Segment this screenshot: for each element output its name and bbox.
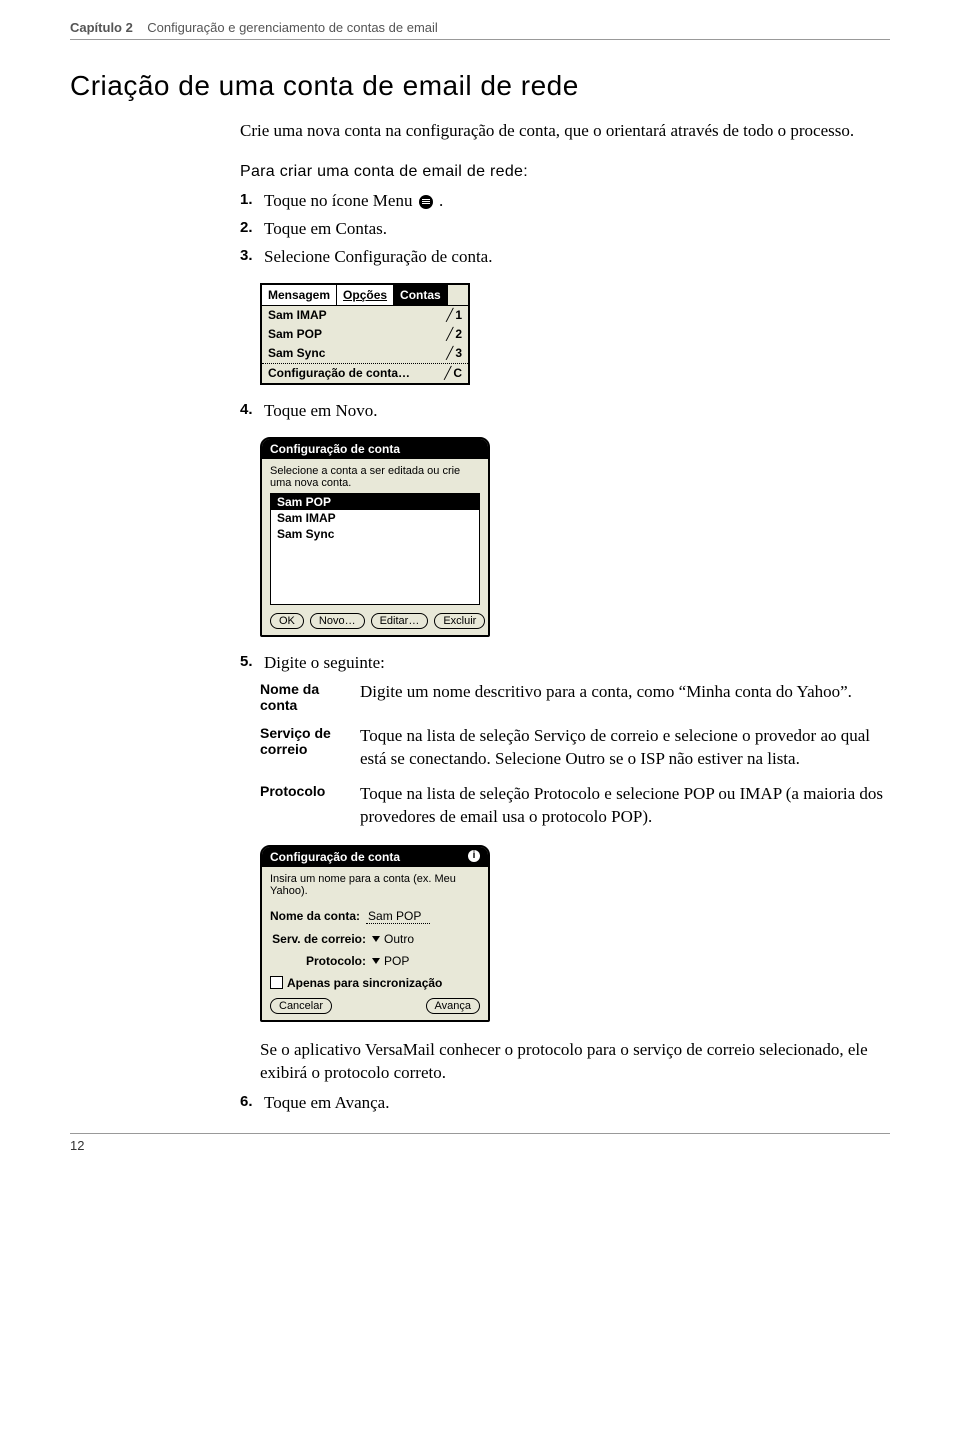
chevron-down-icon	[372, 936, 380, 942]
form-instruction: Insira um nome para a conta (ex. Meu Yah…	[270, 873, 480, 897]
menu-item-sam-sync[interactable]: Sam Sync ╱3	[262, 344, 468, 363]
config-instruction: Selecione a conta a ser editada ou crie …	[270, 465, 480, 489]
menu-item-sam-pop[interactable]: Sam POP ╱2	[262, 325, 468, 344]
menu-item-config-conta[interactable]: Configuração de conta… ╱C	[262, 363, 468, 383]
account-name-input[interactable]: Sam POP	[366, 909, 430, 924]
config-title: Configuração de conta	[262, 439, 488, 459]
menu-item-sam-imap[interactable]: Sam IMAP ╱1	[262, 306, 468, 325]
intro-paragraph: Crie uma nova conta na configuração de c…	[240, 119, 890, 143]
section-title: Criação de uma conta de email de rede	[70, 70, 890, 102]
step-5: 5. Digite o seguinte:	[240, 653, 890, 673]
form-title: Configuração de conta i	[262, 847, 488, 867]
chevron-down-icon	[372, 958, 380, 964]
avanca-button[interactable]: Avança	[426, 998, 481, 1014]
definition-nome-da-conta: Nome da conta Digite um nome descritivo …	[260, 681, 890, 713]
tab-contas[interactable]: Contas	[394, 285, 448, 305]
definition-servico-de-correio: Serviço de correio Toque na lista de sel…	[260, 725, 890, 771]
definition-protocolo: Protocolo Toque na lista de seleção Prot…	[260, 783, 890, 829]
step-6: 6. Toque em Avança.	[240, 1093, 890, 1113]
step-1: 1. Toque no ícone Menu .	[240, 191, 890, 211]
excluir-button[interactable]: Excluir	[434, 613, 485, 629]
sync-only-checkbox[interactable]	[270, 976, 283, 989]
chapter-title: Configuração e gerenciamento de contas d…	[147, 20, 438, 35]
info-icon[interactable]: i	[468, 850, 480, 862]
proto-field-row: Protocolo: POP	[270, 954, 480, 968]
name-field-row: Nome da conta: Sam POP	[270, 909, 480, 924]
page-number: 12	[70, 1138, 84, 1153]
menu-screenshot: Mensagem Opções Contas Sam IMAP ╱1 Sam P…	[260, 283, 470, 385]
tab-opcoes[interactable]: Opções	[337, 285, 394, 305]
procedure-heading: Para criar uma conta de email de rede:	[240, 163, 890, 181]
serv-correio-dropdown[interactable]: Outro	[372, 932, 414, 946]
protocolo-dropdown[interactable]: POP	[372, 954, 409, 968]
cancelar-button[interactable]: Cancelar	[270, 998, 332, 1014]
list-item-sam-imap[interactable]: Sam IMAP	[271, 510, 479, 526]
sync-checkbox-row: Apenas para sincronização	[270, 976, 480, 990]
form-screenshot: Configuração de conta i Insira um nome p…	[260, 845, 490, 1022]
definitions-table: Nome da conta Digite um nome descritivo …	[260, 681, 890, 829]
tab-mensagem[interactable]: Mensagem	[262, 285, 337, 305]
closing-paragraph: Se o aplicativo VersaMail conhecer o pro…	[260, 1038, 890, 1086]
list-item-sam-sync[interactable]: Sam Sync	[271, 526, 479, 542]
list-item-sam-pop[interactable]: Sam POP	[271, 494, 479, 510]
config-screenshot: Configuração de conta Selecione a conta …	[260, 437, 490, 637]
page-header: Capítulo 2 Configuração e gerenciamento …	[70, 20, 890, 40]
menu-icon	[419, 195, 433, 209]
account-listbox[interactable]: Sam POP Sam IMAP Sam Sync	[270, 493, 480, 605]
serv-field-row: Serv. de correio: Outro	[270, 932, 480, 946]
step-4: 4. Toque em Novo.	[240, 401, 890, 421]
page-footer: 12	[70, 1133, 890, 1153]
step-3: 3. Selecione Configuração de conta.	[240, 247, 890, 267]
editar-button[interactable]: Editar…	[371, 613, 429, 629]
step-2: 2. Toque em Contas.	[240, 219, 890, 239]
ok-button[interactable]: OK	[270, 613, 304, 629]
novo-button[interactable]: Novo…	[310, 613, 365, 629]
chapter-label: Capítulo 2	[70, 20, 133, 35]
